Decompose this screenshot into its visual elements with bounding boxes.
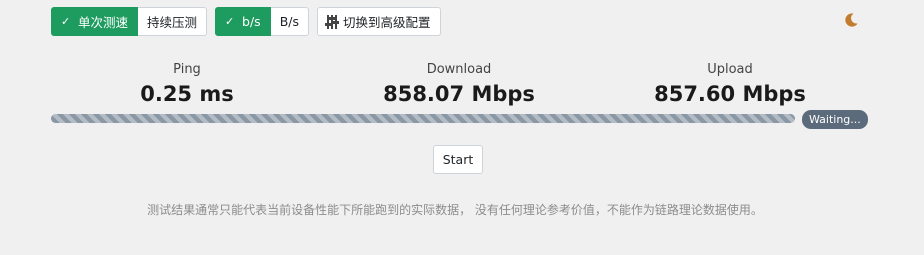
bytes-unit-label: B/s	[279, 14, 300, 29]
check-icon: ✓	[61, 15, 71, 28]
disclaimer-note: 测试结果通常只能代表当前设备性能下所能跑到的实际数据， 没有任何理论参考价值，不…	[147, 203, 763, 217]
moon-icon[interactable]	[843, 12, 859, 28]
download-value: 858.07 Mbps	[383, 82, 535, 106]
ping-value: 0.25 ms	[140, 82, 234, 106]
check-icon: ✓	[225, 15, 235, 28]
toolbar: ✓ 单次测速 持续压测 ✓ b/s B/s 切换到高级配置	[51, 7, 441, 36]
upload-metric: Upload 857.60 Mbps	[610, 62, 850, 106]
status-badge: Waiting...	[802, 110, 868, 129]
bits-unit-label: b/s	[242, 14, 261, 29]
mode-toggle-group: ✓ 单次测速 持续压测	[51, 7, 208, 36]
single-test-button[interactable]: ✓ 单次测速	[51, 7, 139, 36]
bytes-unit-button[interactable]: B/s	[270, 7, 310, 36]
continuous-test-label: 持续压测	[147, 15, 198, 30]
progress-fill	[51, 114, 795, 123]
upload-value: 857.60 Mbps	[654, 82, 806, 106]
start-button[interactable]: Start	[433, 145, 483, 174]
progress-bar	[51, 114, 795, 123]
advanced-config-button[interactable]: 切换到高级配置	[317, 7, 441, 36]
ping-label: Ping	[173, 62, 201, 77]
download-label: Download	[426, 62, 492, 77]
unit-toggle-group: ✓ b/s B/s	[215, 7, 310, 36]
download-metric: Download 858.07 Mbps	[339, 62, 579, 106]
ping-metric: Ping 0.25 ms	[67, 62, 307, 106]
advanced-config-label: 切换到高级配置	[343, 15, 431, 30]
single-test-label: 单次测速	[78, 15, 129, 30]
upload-label: Upload	[707, 62, 753, 77]
bits-unit-button[interactable]: ✓ b/s	[215, 7, 271, 36]
sliders-icon	[325, 14, 340, 29]
continuous-test-button[interactable]: 持续压测	[138, 7, 208, 36]
